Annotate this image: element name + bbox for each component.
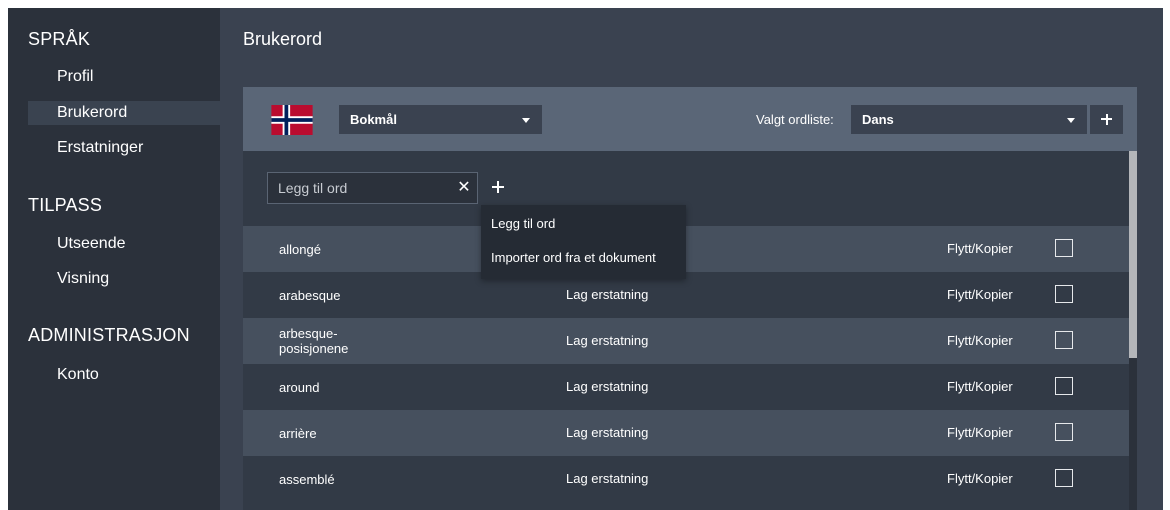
move-copy-button[interactable]: Flytt/Kopier <box>947 287 1013 302</box>
row-checkbox[interactable] <box>1055 239 1073 257</box>
word-text: arabesque <box>279 287 341 303</box>
word-text: arbesque-posisjonene <box>279 326 349 356</box>
move-copy-button[interactable]: Flytt/Kopier <box>947 471 1013 486</box>
page-title: Brukerord <box>243 29 323 49</box>
add-word-input[interactable] <box>268 173 448 203</box>
table-row: around Lag erstatning Flytt/Kopier <box>243 364 1129 410</box>
create-replacement-button[interactable]: Lag erstatning <box>566 287 648 302</box>
add-wordlist-button[interactable] <box>1090 105 1123 134</box>
close-icon[interactable]: ✕ <box>454 178 474 198</box>
table-row: arabesque Lag erstatning Flytt/Kopier <box>243 272 1129 318</box>
create-replacement-button[interactable]: Lag erstatning <box>566 471 648 486</box>
word-text: allongé <box>279 241 321 257</box>
app-window: SPRÅK Profil Brukerord Erstatninger TILP… <box>8 8 1163 510</box>
create-replacement-button[interactable]: Lag erstatning <box>566 333 648 348</box>
sidebar-item-brukerord[interactable]: Brukerord <box>28 101 220 125</box>
table-row: allongé Flytt/Kopier <box>243 226 1129 272</box>
word-text: around <box>279 379 320 395</box>
create-replacement-button[interactable]: Lag erstatning <box>566 425 648 440</box>
word-text: arrière <box>279 425 317 441</box>
row-checkbox[interactable] <box>1055 423 1073 441</box>
section-title-administrasjon: ADMINISTRASJON <box>28 325 190 345</box>
scrollbar-thumb[interactable] <box>1129 151 1137 358</box>
row-checkbox[interactable] <box>1055 331 1073 349</box>
menu-item-add-word[interactable]: Legg til ord <box>491 216 555 231</box>
sidebar-item-utseende[interactable]: Utseende <box>28 232 220 256</box>
move-copy-button[interactable]: Flytt/Kopier <box>947 425 1013 440</box>
table-row: arbesque-posisjonene Lag erstatning Flyt… <box>243 318 1129 364</box>
sidebar-item-erstatninger[interactable]: Erstatninger <box>28 136 220 160</box>
sidebar-item-konto[interactable]: Konto <box>28 363 220 387</box>
add-word-dropdown-menu: Legg til ord Importer ord fra et dokumen… <box>481 205 686 279</box>
move-copy-button[interactable]: Flytt/Kopier <box>947 241 1013 256</box>
wordlist-panel: Bokmål Valgt ordliste: Dans ✕ <box>243 87 1137 510</box>
row-checkbox[interactable] <box>1055 469 1073 487</box>
add-word-field: ✕ <box>267 172 478 204</box>
norway-flag-icon <box>265 105 319 135</box>
wordlist-select-value: Dans <box>862 112 894 127</box>
language-select-value: Bokmål <box>350 112 397 127</box>
main-content: Brukerord Bokmål Valgt ordliste: Dans Le… <box>220 8 1163 510</box>
section-title-sprak: SPRÅK <box>28 29 91 49</box>
move-copy-button[interactable]: Flytt/Kopier <box>947 379 1013 394</box>
scrollbar[interactable] <box>1129 151 1137 510</box>
table-row: arrière Lag erstatning Flytt/Kopier <box>243 410 1129 456</box>
section-title-tilpass: TILPASS <box>28 195 103 215</box>
language-select[interactable]: Bokmål <box>339 105 542 134</box>
create-replacement-button[interactable]: Lag erstatning <box>566 379 648 394</box>
add-word-menu-button[interactable] <box>486 175 510 199</box>
word-text: assemblé <box>279 471 335 487</box>
wordlist-label: Valgt ordliste: <box>756 112 834 127</box>
chevron-down-icon <box>1067 118 1075 123</box>
move-copy-button[interactable]: Flytt/Kopier <box>947 333 1013 348</box>
chevron-down-icon <box>522 118 530 123</box>
menu-item-import-words[interactable]: Importer ord fra et dokument <box>491 250 656 265</box>
row-checkbox[interactable] <box>1055 285 1073 303</box>
table-row: assemblé Lag erstatning Flytt/Kopier <box>243 456 1129 502</box>
sidebar: SPRÅK Profil Brukerord Erstatninger TILP… <box>8 8 220 510</box>
panel-header: Bokmål Valgt ordliste: Dans <box>243 87 1137 151</box>
row-checkbox[interactable] <box>1055 377 1073 395</box>
sidebar-item-profil[interactable]: Profil <box>28 65 220 89</box>
wordlist-select[interactable]: Dans <box>851 105 1087 134</box>
sidebar-item-visning[interactable]: Visning <box>28 267 220 291</box>
